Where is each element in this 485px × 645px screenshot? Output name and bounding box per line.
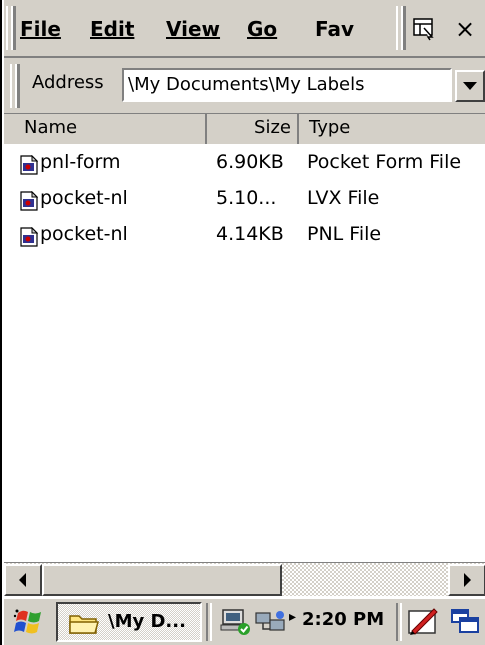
menu-file[interactable]: File [20, 14, 61, 44]
address-dropdown-button[interactable] [455, 70, 485, 102]
menu-grip[interactable] [6, 6, 16, 50]
file-size: 4.14KB [216, 223, 284, 245]
arrow-right-icon [464, 573, 471, 587]
file-row[interactable]: pnl-form 6.90KB Pocket Form File [4, 148, 485, 184]
file-type: Pocket Form File [307, 151, 462, 173]
address-label: Address [32, 72, 104, 93]
close-button[interactable]: × [445, 10, 485, 48]
taskbar-window-button[interactable]: \My D... [56, 602, 202, 642]
chevron-down-icon [463, 82, 477, 90]
network-connection-icon[interactable] [254, 607, 288, 637]
horizontal-scrollbar[interactable] [4, 562, 485, 596]
column-header-type[interactable]: Type [299, 114, 485, 144]
file-row[interactable]: pocket-nl 5.10... LVX File [4, 184, 485, 220]
address-bar: Address \My Documents\My Labels [4, 58, 485, 114]
sync-status-icon[interactable] [220, 607, 252, 637]
file-size: 6.90KB [216, 151, 284, 173]
file-size: 5.10... [216, 187, 277, 209]
menu-edit[interactable]: Edit [90, 14, 134, 44]
folder-icon [69, 615, 99, 634]
file-list: pnl-form 6.90KB Pocket Form File pocket-… [4, 148, 485, 256]
file-type: LVX File [307, 187, 380, 209]
scroll-right-button[interactable] [448, 564, 485, 596]
toolbar-grip[interactable] [396, 6, 406, 50]
scroll-left-button[interactable] [4, 564, 42, 596]
file-name: pnl-form [40, 151, 121, 173]
address-input[interactable]: \My Documents\My Labels [122, 68, 452, 102]
input-panel-pen-icon[interactable] [406, 605, 440, 639]
column-header-name[interactable]: Name [4, 114, 207, 144]
menu-bar: File Edit View Go Fav × [4, 0, 485, 58]
menu-view[interactable]: View [166, 14, 220, 44]
file-list-header: Name Size Type [4, 114, 485, 144]
scroll-thumb[interactable] [42, 564, 282, 596]
address-grip[interactable] [10, 64, 20, 108]
file-type: PNL File [307, 223, 382, 245]
toolbar-toggle-icon[interactable] [408, 10, 440, 48]
file-name: pocket-nl [40, 187, 128, 209]
arrow-left-icon [19, 573, 26, 587]
taskbar: \My D... ▸ 2:20 PM [4, 597, 485, 645]
file-row[interactable]: pocket-nl 4.14KB PNL File [4, 220, 485, 256]
document-icon [20, 191, 38, 211]
column-header-size[interactable]: Size [207, 114, 299, 144]
menu-favorites[interactable]: Fav [315, 14, 401, 44]
taskbar-window-label: \My D... [108, 611, 186, 632]
menu-go[interactable]: Go [247, 14, 277, 44]
switch-windows-icon[interactable] [450, 607, 482, 639]
document-icon [20, 227, 38, 247]
taskbar-clock[interactable]: 2:20 PM [302, 609, 384, 630]
tray-separator [396, 603, 402, 641]
start-windows-flag-icon[interactable] [12, 607, 46, 637]
tray-separator [206, 603, 212, 641]
tray-expand-arrow-icon[interactable]: ▸ [289, 609, 296, 625]
file-name: pocket-nl [40, 223, 128, 245]
explorer-window: File Edit View Go Fav × Address \My Docu… [0, 0, 485, 645]
document-icon [20, 155, 38, 175]
